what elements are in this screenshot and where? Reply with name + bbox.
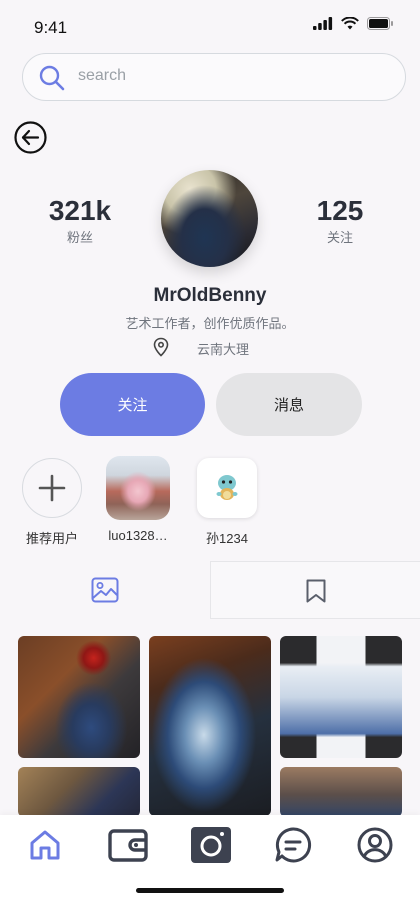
tab-photos[interactable] (0, 561, 210, 619)
battery-icon (367, 17, 393, 30)
tab-saved[interactable] (210, 561, 420, 619)
followers-count: 321k (48, 195, 112, 226)
recommended-users-label: 推荐用户 (25, 531, 78, 546)
profile-icon (357, 827, 393, 863)
bookmark-icon (306, 579, 326, 603)
photo-thumbnail[interactable] (18, 636, 140, 758)
image-icon (91, 577, 119, 603)
follow-button[interactable]: 关注 (60, 373, 205, 436)
bio: 艺术工作者，创作优质作品。 (125, 316, 295, 331)
followers-label: 粉丝 (66, 230, 93, 245)
location-text: 云南大理 (197, 342, 250, 357)
home-icon (30, 830, 60, 860)
recommended-user-name[interactable]: 孙1234 (182, 528, 272, 547)
avatar[interactable] (161, 170, 258, 267)
wifi-icon (341, 17, 359, 30)
status-icons (313, 17, 394, 30)
following-count: 125 (316, 195, 364, 226)
search-icon (39, 65, 65, 91)
back-icon[interactable] (14, 121, 47, 154)
camera-icon (191, 827, 231, 863)
chat-icon (275, 827, 312, 863)
recommended-user-name[interactable]: luo1328… (93, 528, 183, 543)
status-time: 9:41 (34, 18, 68, 37)
recommended-user-avatar[interactable] (106, 456, 170, 520)
search-input[interactable] (76, 66, 380, 86)
wallet-icon (108, 829, 148, 862)
nav-home[interactable] (22, 822, 68, 868)
photo-thumbnail[interactable] (149, 636, 271, 816)
photo-thumbnail[interactable] (18, 767, 140, 817)
message-button[interactable]: 消息 (216, 373, 362, 436)
nav-profile[interactable] (352, 822, 398, 868)
nav-wallet[interactable] (105, 822, 151, 868)
username: MrOldBenny (153, 285, 267, 306)
add-recommended-button[interactable] (22, 458, 82, 518)
location-pin-icon (153, 337, 169, 357)
photo-thumbnail[interactable] (280, 767, 402, 817)
recommended-user-avatar[interactable] (197, 458, 257, 518)
nav-camera[interactable] (188, 822, 234, 868)
plus-icon (38, 474, 66, 502)
following-label: 关注 (326, 230, 353, 245)
home-indicator (136, 888, 284, 893)
nav-messages[interactable] (270, 822, 316, 868)
photo-thumbnail[interactable] (280, 636, 402, 758)
signal-icon (313, 17, 333, 30)
cartoon-avatar-icon (216, 475, 238, 500)
